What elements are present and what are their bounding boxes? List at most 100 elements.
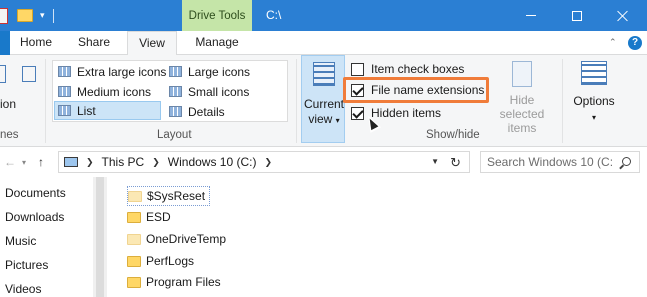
close-button[interactable] <box>600 0 646 31</box>
extra-large-icons-icon <box>58 66 71 77</box>
drive-tools-context-tab: Drive Tools <box>182 0 252 31</box>
address-history-chevron-icon[interactable]: ▼ <box>431 157 439 166</box>
help-icon[interactable]: ? <box>628 36 642 50</box>
layout-gallery: Extra large icons Large icons Medium ico… <box>52 60 337 122</box>
search-input[interactable] <box>487 155 612 169</box>
app-icon[interactable] <box>0 7 8 24</box>
details-icon <box>169 106 182 117</box>
layout-group-label: Layout <box>157 129 192 141</box>
up-arrow-icon[interactable]: ↑ <box>38 155 44 169</box>
tab-view[interactable]: View <box>127 31 177 56</box>
layout-list[interactable]: List <box>54 101 161 120</box>
minimize-button[interactable] <box>508 0 554 31</box>
layout-large-icons[interactable]: Large icons <box>166 62 250 81</box>
file-list: $SysReset ESD OneDriveTemp PerfLogs Prog… <box>107 177 647 297</box>
list-item[interactable]: PerfLogs <box>127 251 194 271</box>
options-label: Options ▾ <box>568 94 620 125</box>
hide-selected-label-line2: items <box>507 121 537 135</box>
breadcrumb-separator-icon[interactable]: ❯ <box>152 157 160 168</box>
nav-item-music[interactable]: Music <box>5 234 36 248</box>
collapse-ribbon-chevron-icon[interactable]: ⌃ <box>609 37 617 48</box>
folder-icon <box>127 276 141 288</box>
tab-manage[interactable]: Manage <box>182 31 252 55</box>
breadcrumb-drive[interactable]: Windows 10 (C:) <box>168 155 257 169</box>
show-hide-group-label: Show/hide <box>426 129 480 141</box>
details-pane-icon[interactable] <box>22 66 36 82</box>
quick-access-toolbar: ▾ <box>0 0 54 31</box>
layout-item-label: Details <box>188 104 225 119</box>
file-name: PerfLogs <box>146 254 195 268</box>
dropdown-arrow-icon: ▾ <box>591 113 596 122</box>
refresh-icon[interactable]: ↻ <box>450 155 461 171</box>
folder-icon <box>127 211 141 223</box>
back-arrow-icon[interactable]: ← <box>4 155 16 169</box>
current-view-button[interactable]: Current view ▾ <box>301 55 345 143</box>
list-item[interactable]: OneDriveTemp <box>127 229 226 249</box>
options-button[interactable]: Options ▾ <box>568 61 620 125</box>
list-item[interactable]: Program Files <box>127 272 221 292</box>
layout-small-icons[interactable]: Small icons <box>166 82 249 101</box>
layout-item-label: List <box>77 103 96 118</box>
ribbon: ion nes Extra large icons Large icons Me… <box>0 55 647 147</box>
small-icons-icon <box>169 86 182 97</box>
title-bar: ▾ Drive Tools C:\ <box>0 0 647 31</box>
new-folder-icon[interactable] <box>17 9 33 22</box>
recent-locations-chevron-icon[interactable]: ▾ <box>22 158 26 167</box>
breadcrumb-separator-icon[interactable]: ❯ <box>264 157 272 168</box>
checkbox-icon <box>351 62 364 76</box>
layout-item-label: Small icons <box>188 84 250 99</box>
nav-item-downloads[interactable]: Downloads <box>5 210 64 224</box>
tab-file[interactable] <box>0 31 10 55</box>
layout-medium-icons[interactable]: Medium icons <box>55 82 151 101</box>
file-name: OneDriveTemp <box>146 232 227 246</box>
address-bar[interactable]: ❯ This PC ❯ Windows 10 (C:) ❯ ▼ ↻ <box>58 151 470 173</box>
hide-selected-items-label: Hide selected items <box>490 93 554 135</box>
layout-item-label: Large icons <box>188 64 251 79</box>
ribbon-tab-strip: Home Share View Manage ⌃ ? <box>0 31 647 56</box>
breadcrumb-separator-icon[interactable]: ❯ <box>86 157 94 168</box>
maximize-icon <box>572 10 582 21</box>
current-view-label: Current view ▾ <box>302 97 346 128</box>
group-divider <box>562 59 563 143</box>
list-item[interactable]: $SysReset <box>127 186 211 206</box>
item-check-boxes-checkbox[interactable]: Item check boxes <box>351 60 464 78</box>
nav-item-documents[interactable]: Documents <box>5 186 66 200</box>
customize-toolbar-chevron-icon[interactable]: ▾ <box>40 10 45 21</box>
checkbox-checked-icon <box>351 106 364 120</box>
checkbox-label: Item check boxes <box>371 62 465 76</box>
layout-extra-large-icons[interactable]: Extra large icons <box>55 62 166 81</box>
options-label-text: Options <box>573 94 615 108</box>
this-pc-icon <box>64 157 78 167</box>
dropdown-arrow-icon: ▾ <box>335 116 340 125</box>
list-icon <box>58 105 71 116</box>
checkbox-label: Hidden items <box>371 106 442 120</box>
layout-details[interactable]: Details <box>166 102 225 121</box>
panes-button-label-partial[interactable]: ion <box>0 97 16 111</box>
close-icon <box>617 10 629 22</box>
file-name: Program Files <box>146 275 221 289</box>
hide-selected-label-line1: Hide selected <box>499 93 545 121</box>
group-divider <box>45 59 46 143</box>
scrollbar-thumb[interactable] <box>96 177 104 297</box>
file-name: ESD <box>146 210 171 224</box>
navigation-pane-icon[interactable] <box>0 65 6 83</box>
search-icon[interactable] <box>622 157 631 166</box>
tab-share[interactable]: Share <box>68 31 120 55</box>
hidden-folder-icon <box>127 233 141 245</box>
breadcrumb-this-pc[interactable]: This PC <box>102 155 145 169</box>
tab-home[interactable]: Home <box>10 31 62 55</box>
search-box[interactable] <box>480 151 640 173</box>
nav-item-pictures[interactable]: Pictures <box>5 258 48 272</box>
group-divider <box>296 59 297 143</box>
toolbar-divider <box>52 8 54 23</box>
list-item[interactable]: ESD <box>127 207 171 227</box>
navigation-pane: Documents Downloads Music Pictures Video… <box>0 177 92 297</box>
folder-icon <box>127 255 141 267</box>
current-view-label-line2: view <box>308 112 333 126</box>
maximize-button[interactable] <box>554 0 600 31</box>
hide-selected-items-icon <box>512 61 532 87</box>
hide-selected-items-button[interactable]: Hide selected items <box>490 61 554 135</box>
nav-item-videos[interactable]: Videos <box>5 282 41 296</box>
medium-icons-icon <box>58 86 71 97</box>
navigation-pane-scrollbar[interactable] <box>93 177 107 297</box>
